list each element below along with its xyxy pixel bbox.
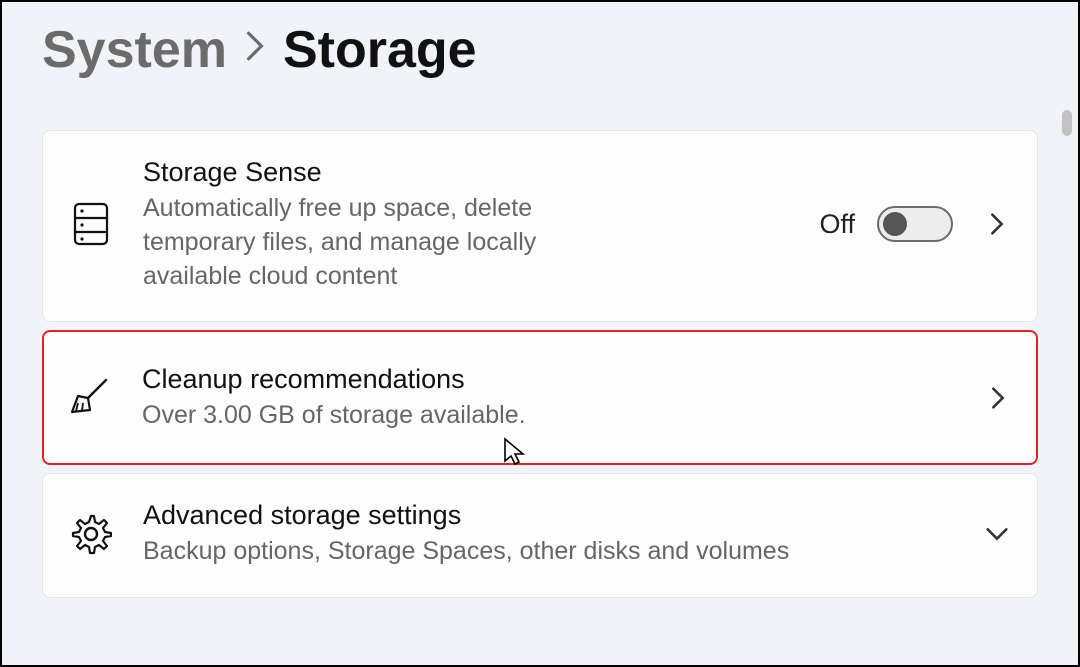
server-icon <box>65 198 117 250</box>
scrollbar[interactable] <box>1062 110 1072 136</box>
gear-icon <box>65 508 117 560</box>
chevron-down-icon <box>985 522 1009 546</box>
broom-icon <box>64 372 116 424</box>
card-controls <box>975 522 1009 546</box>
card-description: Backup options, Storage Spaces, other di… <box>143 535 863 569</box>
breadcrumb-parent-link[interactable]: System <box>42 20 227 80</box>
card-controls: Off <box>819 206 1009 242</box>
card-text: Advanced storage settings Backup options… <box>143 498 949 569</box>
settings-cards: Storage Sense Automatically free up spac… <box>42 130 1038 598</box>
breadcrumb: System Storage <box>42 20 1038 80</box>
card-description: Over 3.00 GB of storage available. <box>142 399 762 433</box>
card-title: Storage Sense <box>143 155 793 190</box>
toggle-state-label: Off <box>819 209 855 240</box>
chevron-right-icon <box>986 386 1010 410</box>
cleanup-recommendations-card[interactable]: Cleanup recommendations Over 3.00 GB of … <box>42 330 1038 465</box>
card-description: Automatically free up space, delete temp… <box>143 192 613 293</box>
advanced-storage-card[interactable]: Advanced storage settings Backup options… <box>42 473 1038 598</box>
card-text: Storage Sense Automatically free up spac… <box>143 155 793 293</box>
storage-sense-toggle[interactable] <box>877 206 953 242</box>
card-title: Advanced storage settings <box>143 498 949 533</box>
card-title: Cleanup recommendations <box>142 362 950 397</box>
card-controls <box>976 386 1010 410</box>
card-text: Cleanup recommendations Over 3.00 GB of … <box>142 362 950 433</box>
storage-sense-card[interactable]: Storage Sense Automatically free up spac… <box>42 130 1038 322</box>
toggle-knob <box>883 212 907 236</box>
page-title: Storage <box>283 20 477 80</box>
chevron-right-icon <box>985 212 1009 236</box>
chevron-right-icon <box>245 30 265 71</box>
